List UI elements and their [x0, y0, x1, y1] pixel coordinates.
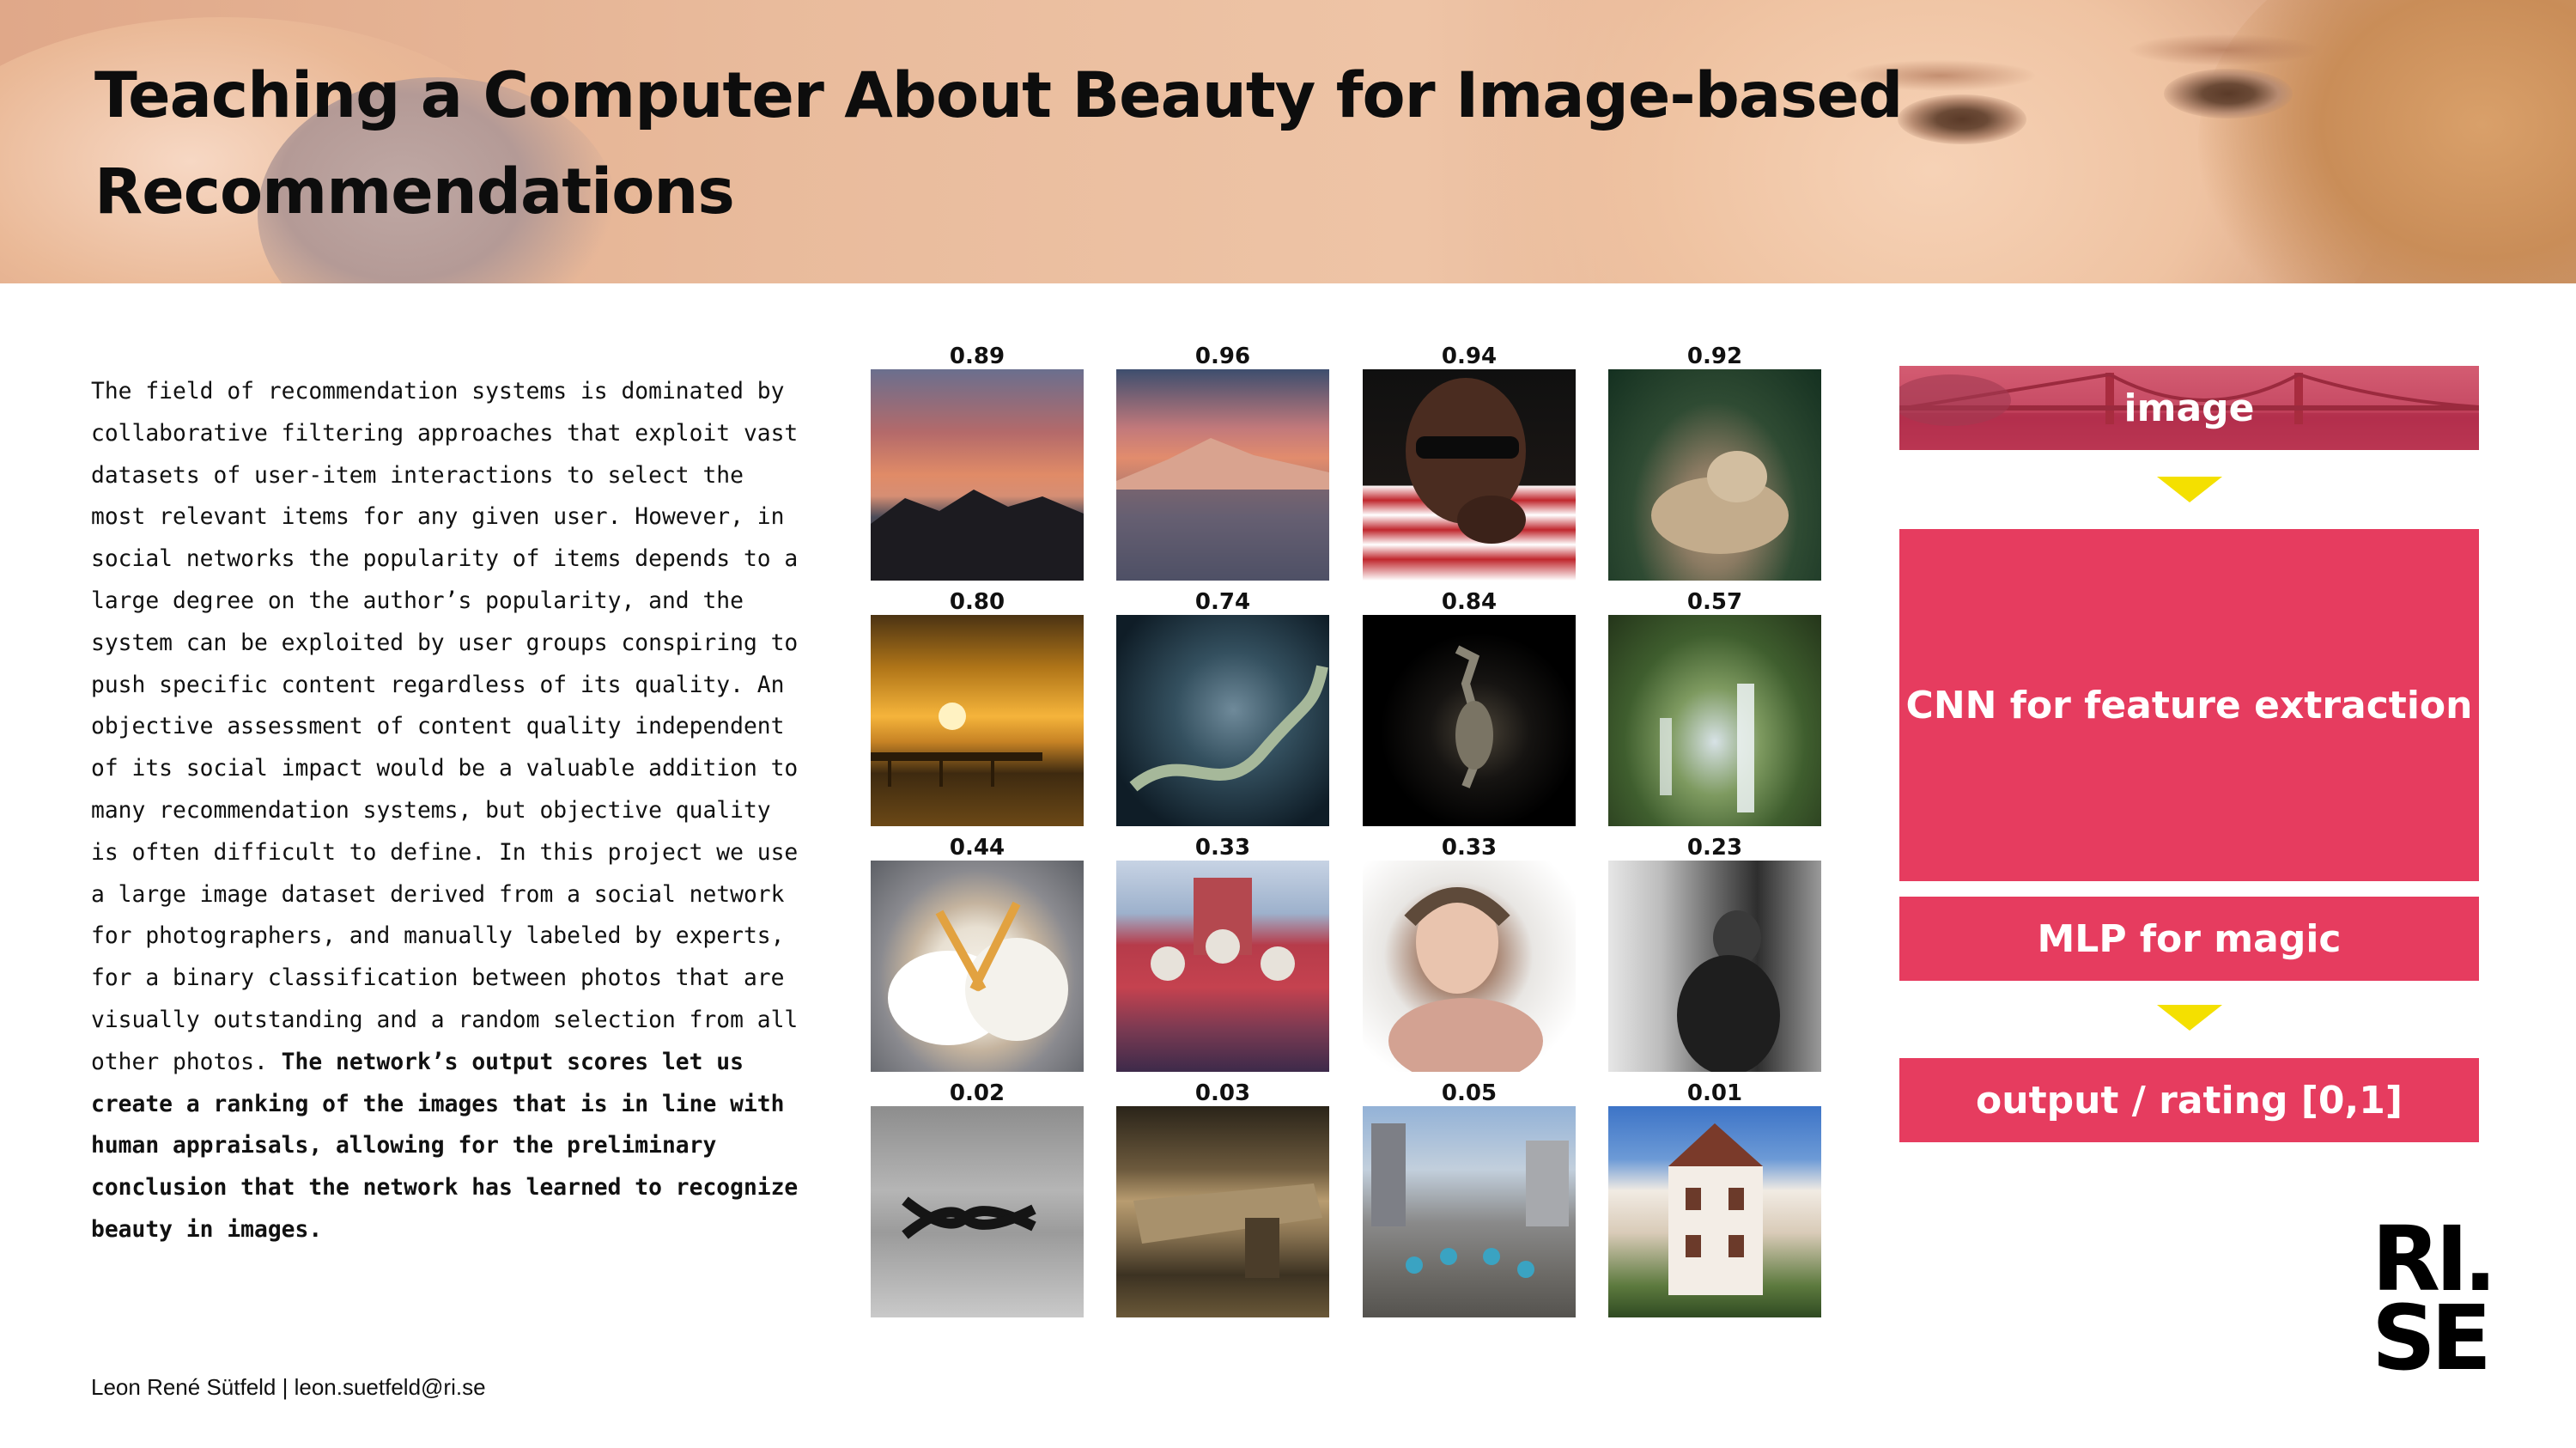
- person-street-icon: [1677, 910, 1780, 1072]
- pier-sunset-photo: [871, 615, 1084, 826]
- pier-icon: [871, 703, 1042, 787]
- portrait-silhouette-icon: [1406, 378, 1526, 544]
- grid-cell: 0.96: [1116, 344, 1329, 581]
- image-score: 0.74: [1194, 589, 1251, 615]
- image-score: 0.05: [1441, 1080, 1498, 1106]
- pelicans-photo: [871, 861, 1084, 1072]
- grid-cell: 0.92: [1608, 344, 1821, 581]
- mlp-label: MLP for magic: [2037, 916, 2342, 961]
- input-label: image: [2123, 386, 2255, 430]
- clock-tower-icon: [1151, 878, 1295, 981]
- input-image-box: image: [1899, 366, 2479, 450]
- bench-icon: [1133, 1183, 1322, 1278]
- heron-icon: [1455, 645, 1493, 788]
- image-score: 0.33: [1441, 835, 1498, 861]
- image-score: 0.33: [1194, 835, 1251, 861]
- image-score: 0.84: [1441, 589, 1498, 615]
- abstract-paragraph: The field of recommendation systems is d…: [91, 371, 804, 1251]
- arrow-down-icon: [2157, 1005, 2222, 1031]
- image-score: 0.92: [1686, 344, 1743, 369]
- lake-mountain-icon: [1116, 438, 1329, 581]
- image-score: 0.89: [949, 344, 1005, 369]
- woman-portrait-icon: [1388, 887, 1543, 1072]
- image-score: 0.01: [1686, 1080, 1743, 1106]
- image-score: 0.80: [949, 589, 1005, 615]
- grid-cell: 0.84: [1363, 589, 1576, 826]
- cnn-label: CNN for feature extraction: [1905, 683, 2473, 727]
- pelican-icon: [888, 901, 1068, 1045]
- house-icon: [1668, 1123, 1763, 1295]
- wooden-bench-photo: [1116, 1106, 1329, 1317]
- image-score: 0.03: [1194, 1080, 1251, 1106]
- output-label: output / rating [0,1]: [1976, 1078, 2403, 1123]
- grid-cell: 0.80: [871, 589, 1084, 826]
- arrow-down-icon: [2157, 477, 2222, 502]
- swimming-birds-icon: [902, 1196, 1036, 1239]
- grid-cell: 0.74: [1116, 589, 1329, 826]
- lizard-icon: [1651, 451, 1789, 554]
- grid-cell: 0.94: [1363, 344, 1576, 581]
- image-score: 0.94: [1441, 344, 1498, 369]
- waterfall-photo: [1608, 615, 1821, 826]
- abstract-text: The field of recommendation systems is d…: [91, 379, 799, 1075]
- lizard-photo: [1608, 369, 1821, 581]
- snake-icon: [1129, 665, 1328, 792]
- image-score: 0.57: [1686, 589, 1743, 615]
- image-score: 0.44: [949, 835, 1005, 861]
- grid-cell: 0.23: [1608, 835, 1821, 1072]
- cnn-box: CNN for feature extraction: [1899, 529, 2479, 881]
- image-score: 0.96: [1194, 344, 1251, 369]
- grid-cell: 0.05: [1363, 1080, 1576, 1317]
- heron-photo: [1363, 615, 1576, 826]
- grid-cell: 0.89: [871, 344, 1084, 581]
- clock-tower-photo: [1116, 861, 1329, 1072]
- header-banner: Teaching a Computer About Beauty for Ima…: [0, 0, 2576, 283]
- man-sunglasses-photo: [1363, 369, 1576, 581]
- woman-snow-photo: [1363, 861, 1576, 1072]
- grid-cell: 0.01: [1608, 1080, 1821, 1317]
- image-score: 0.02: [949, 1080, 1005, 1106]
- grid-cell: 0.03: [1116, 1080, 1329, 1317]
- mountain-silhouette-icon: [871, 490, 1084, 581]
- lake-mountain-photo: [1116, 369, 1329, 581]
- grid-cell: 0.57: [1608, 589, 1821, 826]
- abstract-bold-conclusion: The network’s output scores let us creat…: [91, 1049, 799, 1243]
- logo-line-2: SE: [2372, 1286, 2492, 1390]
- plaza-icon: [1371, 1123, 1569, 1278]
- grid-cell: 0.02: [871, 1080, 1084, 1317]
- image-score: 0.23: [1686, 835, 1743, 861]
- output-box: output / rating [0,1]: [1899, 1058, 2479, 1142]
- rise-logo: RI. SE: [2372, 1214, 2500, 1390]
- street-plaza-photo: [1363, 1106, 1576, 1317]
- mlp-box: MLP for magic: [1899, 897, 2479, 981]
- mountain-sunset-photo: [871, 369, 1084, 581]
- banner-brow-right: [2129, 34, 2318, 65]
- house-photo: [1608, 1106, 1821, 1317]
- snake-body-photo: [1116, 615, 1329, 826]
- banner-eye-right: [2164, 69, 2293, 119]
- grid-cell: 0.44: [871, 835, 1084, 1072]
- water-birds-photo: [871, 1106, 1084, 1317]
- page-title: Teaching a Computer About Beauty for Ima…: [94, 59, 1903, 228]
- waterfall-icon: [1660, 684, 1754, 812]
- grid-cell: 0.33: [1116, 835, 1329, 1072]
- author-footer: Leon René Sütfeld | leon.suetfeld@ri.se: [91, 1374, 486, 1400]
- street-bw-photo: [1608, 861, 1821, 1072]
- grid-cell: 0.33: [1363, 835, 1576, 1072]
